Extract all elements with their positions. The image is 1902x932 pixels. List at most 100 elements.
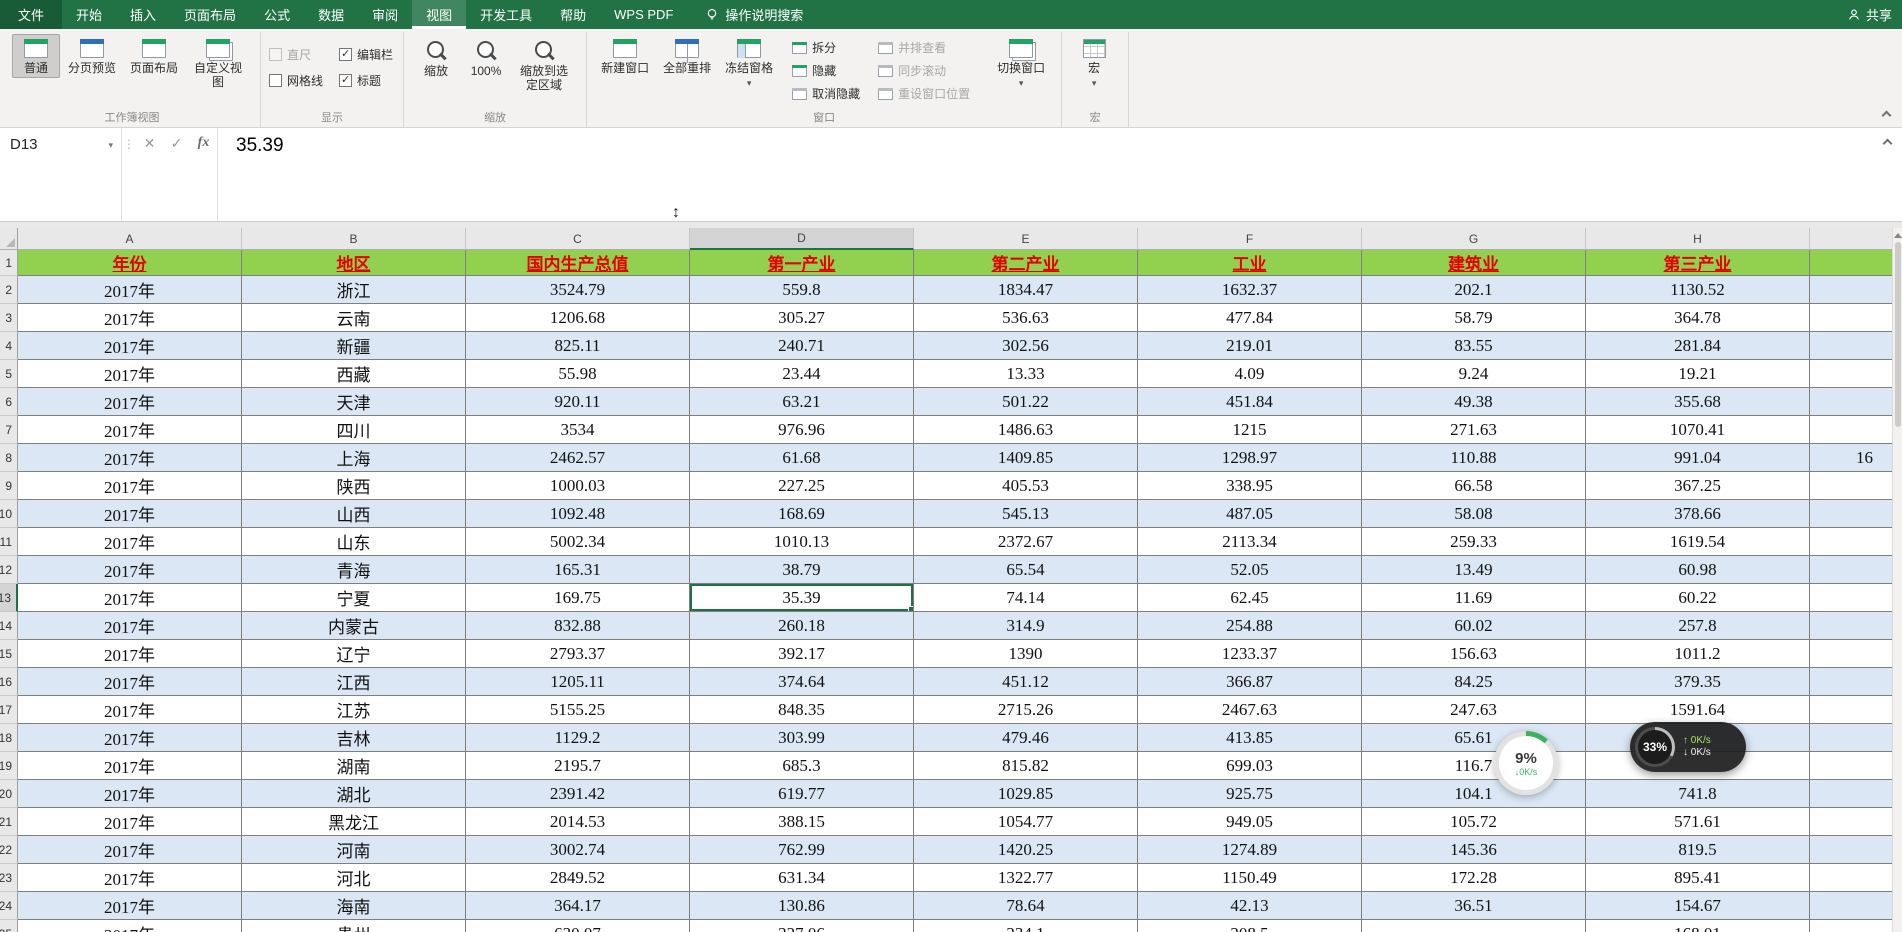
cell-H13[interactable]: 60.22 (1586, 584, 1810, 612)
cell-F8[interactable]: 1298.97 (1138, 444, 1362, 472)
view-side-by-side-button[interactable]: 并排查看 (873, 37, 975, 58)
cell-C16[interactable]: 1205.11 (466, 668, 690, 696)
cell-B13[interactable]: 宁夏 (242, 584, 466, 612)
zoom-button[interactable]: 缩放 (412, 34, 460, 81)
cell-F18[interactable]: 413.85 (1138, 724, 1362, 752)
cell-G9[interactable]: 66.58 (1362, 472, 1586, 500)
cell-F6[interactable]: 451.84 (1138, 388, 1362, 416)
cell-E15[interactable]: 1390 (914, 640, 1138, 668)
cell-C8[interactable]: 2462.57 (466, 444, 690, 472)
cell-H21[interactable]: 571.61 (1586, 808, 1810, 836)
split-button[interactable]: 拆分 (787, 37, 865, 58)
cell-D1[interactable]: 第一产业 (690, 250, 914, 276)
freeze-panes-button[interactable]: 冻结窗格 ▾ (719, 34, 779, 93)
cell-A17[interactable]: 2017年 (18, 696, 242, 724)
cell-partial-4[interactable] (1810, 332, 1892, 360)
cell-partial-17[interactable] (1810, 696, 1892, 724)
cell-D20[interactable]: 619.77 (690, 780, 914, 808)
cell-A25[interactable]: 2017年 (18, 920, 242, 932)
cell-D23[interactable]: 631.34 (690, 864, 914, 892)
cell-F25[interactable]: 208.5 (1138, 920, 1362, 932)
cell-A16[interactable]: 2017年 (18, 668, 242, 696)
cell-B12[interactable]: 青海 (242, 556, 466, 584)
gridlines-checkbox[interactable]: 网格线 (269, 68, 323, 92)
row-header-1[interactable]: 1 (0, 250, 18, 276)
cell-G3[interactable]: 58.79 (1362, 304, 1586, 332)
cell-partial-20[interactable] (1810, 780, 1892, 808)
cell-A9[interactable]: 2017年 (18, 472, 242, 500)
cell-partial-5[interactable] (1810, 360, 1892, 388)
cell-D6[interactable]: 63.21 (690, 388, 914, 416)
row-header-16[interactable]: 16 (0, 668, 18, 696)
cell-partial-8[interactable]: 16 (1810, 444, 1892, 472)
cell-A6[interactable]: 2017年 (18, 388, 242, 416)
menu-tab-数据[interactable]: 数据 (304, 0, 358, 29)
cell-G11[interactable]: 259.33 (1362, 528, 1586, 556)
menu-tab-开始[interactable]: 开始 (62, 0, 116, 29)
cell-G13[interactable]: 11.69 (1362, 584, 1586, 612)
row-header-7[interactable]: 7 (0, 416, 18, 444)
cell-E20[interactable]: 1029.85 (914, 780, 1138, 808)
cell-A15[interactable]: 2017年 (18, 640, 242, 668)
zoom-100-button[interactable]: 100% (462, 34, 510, 81)
cell-F15[interactable]: 1233.37 (1138, 640, 1362, 668)
cell-E4[interactable]: 302.56 (914, 332, 1138, 360)
row-header-5[interactable]: 5 (0, 360, 18, 388)
cell-D17[interactable]: 848.35 (690, 696, 914, 724)
cell-F11[interactable]: 2113.34 (1138, 528, 1362, 556)
cell-partial-16[interactable] (1810, 668, 1892, 696)
row-header-21[interactable]: 21 (0, 808, 18, 836)
cell-A7[interactable]: 2017年 (18, 416, 242, 444)
cell-H24[interactable]: 154.67 (1586, 892, 1810, 920)
cell-D22[interactable]: 762.99 (690, 836, 914, 864)
cell-F24[interactable]: 42.13 (1138, 892, 1362, 920)
cell-E2[interactable]: 1834.47 (914, 276, 1138, 304)
cell-E9[interactable]: 405.53 (914, 472, 1138, 500)
cell-B7[interactable]: 四川 (242, 416, 466, 444)
column-header-H[interactable]: H (1586, 228, 1810, 250)
cell-F14[interactable]: 254.88 (1138, 612, 1362, 640)
row-header-8[interactable]: 8 (0, 444, 18, 472)
cell-C20[interactable]: 2391.42 (466, 780, 690, 808)
cell-B4[interactable]: 新疆 (242, 332, 466, 360)
cell-partial-11[interactable] (1810, 528, 1892, 556)
hide-button[interactable]: 隐藏 (787, 60, 865, 81)
cell-E7[interactable]: 1486.63 (914, 416, 1138, 444)
cell-H11[interactable]: 1619.54 (1586, 528, 1810, 556)
cell-B1[interactable]: 地区 (242, 250, 466, 276)
cell-A19[interactable]: 2017年 (18, 752, 242, 780)
cell-D15[interactable]: 392.17 (690, 640, 914, 668)
cell-A4[interactable]: 2017年 (18, 332, 242, 360)
cell-D11[interactable]: 1010.13 (690, 528, 914, 556)
cell-partial-25[interactable] (1810, 920, 1892, 932)
cell-F7[interactable]: 1215 (1138, 416, 1362, 444)
cell-H4[interactable]: 281.84 (1586, 332, 1810, 360)
row-header-22[interactable]: 22 (0, 836, 18, 864)
cell-G23[interactable]: 172.28 (1362, 864, 1586, 892)
macros-button[interactable]: 宏 ▾ (1070, 34, 1118, 93)
cell-B9[interactable]: 陕西 (242, 472, 466, 500)
cell-C14[interactable]: 832.88 (466, 612, 690, 640)
menu-tab-WPS PDF[interactable]: WPS PDF (600, 0, 687, 29)
cell-E13[interactable]: 74.14 (914, 584, 1138, 612)
collapse-ribbon-icon[interactable] (1881, 110, 1892, 121)
custom-views-button[interactable]: 自定义视图 (186, 34, 250, 93)
cell-C10[interactable]: 1092.48 (466, 500, 690, 528)
cell-G24[interactable]: 36.51 (1362, 892, 1586, 920)
row-header-23[interactable]: 23 (0, 864, 18, 892)
column-header-G[interactable]: G (1362, 228, 1586, 250)
row-header-10[interactable]: 10 (0, 500, 18, 528)
cell-G14[interactable]: 60.02 (1362, 612, 1586, 640)
download-progress-ring[interactable]: 9% ↓0K/s (1494, 731, 1558, 795)
cell-G21[interactable]: 105.72 (1362, 808, 1586, 836)
cell-C25[interactable]: 630.07 (466, 920, 690, 932)
row-header-17[interactable]: 17 (0, 696, 18, 724)
synchronous-scrolling-button[interactable]: 同步滚动 (873, 60, 975, 81)
cell-A1[interactable]: 年份 (18, 250, 242, 276)
cell-H2[interactable]: 1130.52 (1586, 276, 1810, 304)
new-window-button[interactable]: 新建窗口 (595, 34, 655, 78)
cell-B22[interactable]: 河南 (242, 836, 466, 864)
cell-F3[interactable]: 477.84 (1138, 304, 1362, 332)
cell-F12[interactable]: 52.05 (1138, 556, 1362, 584)
column-header-A[interactable]: A (18, 228, 242, 250)
